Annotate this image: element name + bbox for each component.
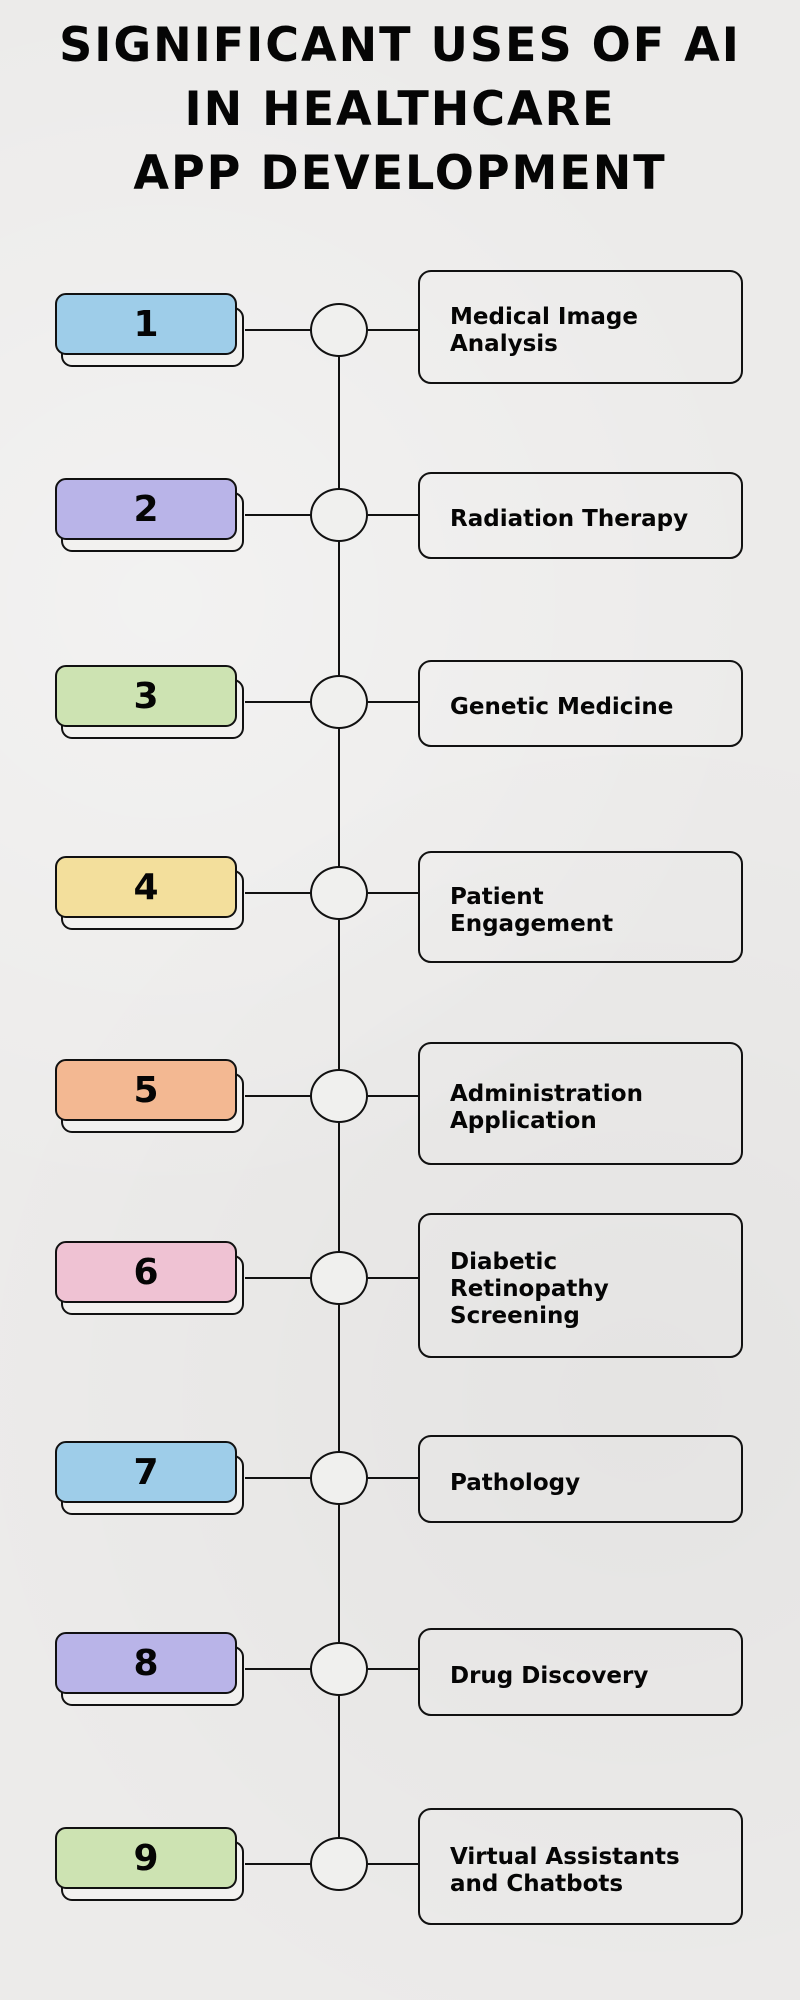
use-case-label-line: Screening xyxy=(450,1303,580,1329)
number-badge: 5 xyxy=(55,1059,237,1121)
timeline-node xyxy=(310,1837,368,1891)
use-case-card: Medical Image Analysis xyxy=(418,270,743,384)
use-case-card: Pathology xyxy=(418,1435,743,1523)
number-badge: 6 xyxy=(55,1241,237,1303)
number-badge-label: 3 xyxy=(133,675,159,717)
number-badge: 3 xyxy=(55,665,237,727)
connector-line-right xyxy=(368,1095,419,1097)
title-line-3: APP DEVELOPMENT xyxy=(133,146,667,201)
use-case-label-line: Engagement xyxy=(450,911,614,937)
number-badge-label: 4 xyxy=(133,866,159,908)
connector-line-right xyxy=(368,892,419,894)
use-case-label-line: Radiation Therapy xyxy=(450,506,689,532)
number-badge-label: 7 xyxy=(133,1451,159,1493)
connector-line-left xyxy=(245,514,311,516)
timeline-node xyxy=(310,1069,368,1123)
use-case-label: Radiation Therapy xyxy=(450,505,688,534)
timeline-node xyxy=(310,1451,368,1505)
title-line-2: IN HEALTHCARE xyxy=(184,82,616,137)
connector-line-right xyxy=(368,1477,419,1479)
use-case-label: Drug Discovery xyxy=(450,1662,648,1691)
use-case-card: Radiation Therapy xyxy=(418,472,743,559)
connector-line-left xyxy=(245,329,311,331)
use-case-label: Patient Engagement xyxy=(450,884,613,938)
number-badge-label: 8 xyxy=(133,1642,159,1684)
number-badge-label: 1 xyxy=(133,303,159,345)
use-case-label-line: Virtual Assistants xyxy=(450,1843,680,1870)
number-badge: 7 xyxy=(55,1441,237,1503)
use-case-label-line: and Chatbots xyxy=(450,1870,624,1897)
use-case-card: Drug Discovery xyxy=(418,1628,743,1716)
use-case-label: Virtual Assistants and Chatbots xyxy=(450,1844,680,1898)
connector-line-right xyxy=(368,701,419,703)
use-case-label: Diabetic Retinopathy Screening xyxy=(450,1249,609,1330)
connector-line-left xyxy=(245,1668,311,1670)
use-case-label: Pathology xyxy=(450,1469,580,1498)
timeline-node xyxy=(310,675,368,729)
number-badge: 4 xyxy=(55,856,237,918)
connector-line-left xyxy=(245,1277,311,1279)
number-badge-label: 5 xyxy=(133,1069,159,1111)
timeline-node xyxy=(310,866,368,920)
use-case-label-line: Analysis xyxy=(450,331,558,357)
use-case-label-line: Patient xyxy=(450,884,544,910)
use-case-label: Genetic Medicine xyxy=(450,693,673,722)
use-case-label-line: Genetic Medicine xyxy=(450,694,674,720)
use-case-label-line: Diabetic xyxy=(450,1249,558,1275)
connector-line-right xyxy=(368,1668,419,1670)
connector-line-right xyxy=(368,1277,419,1279)
connector-line-left xyxy=(245,1863,311,1865)
connector-line-right xyxy=(368,514,419,516)
number-badge: 2 xyxy=(55,478,237,540)
connector-line-right xyxy=(368,1863,419,1865)
use-case-label-line: Medical Image xyxy=(450,304,638,330)
timeline-node xyxy=(310,1251,368,1305)
connector-line-right xyxy=(368,329,419,331)
connector-line-left xyxy=(245,892,311,894)
use-case-card: Genetic Medicine xyxy=(418,660,743,747)
timeline-node xyxy=(310,303,368,357)
use-case-label-line: Administration xyxy=(450,1080,643,1107)
number-badge: 8 xyxy=(55,1632,237,1694)
title-line-1: SIGNIFICANT USES OF AI xyxy=(59,18,741,73)
use-case-label: Administration Application xyxy=(450,1081,643,1135)
connector-line-left xyxy=(245,701,311,703)
number-badge: 1 xyxy=(55,293,237,355)
use-case-card: Administration Application xyxy=(418,1042,743,1165)
number-badge-label: 2 xyxy=(133,488,159,530)
connector-line-left xyxy=(245,1095,311,1097)
use-case-card: Diabetic Retinopathy Screening xyxy=(418,1213,743,1358)
use-case-label-line: Drug Discovery xyxy=(450,1662,649,1689)
number-badge-label: 6 xyxy=(133,1251,159,1293)
timeline-node xyxy=(310,488,368,542)
number-badge-label: 9 xyxy=(133,1837,159,1879)
use-case-label-line: Pathology xyxy=(450,1469,581,1496)
use-case-label-line: Application xyxy=(450,1107,597,1134)
page-title: SIGNIFICANT USES OF AI IN HEALTHCARE APP… xyxy=(8,14,792,206)
use-case-label-line: Retinopathy xyxy=(450,1276,609,1302)
use-case-label: Medical Image Analysis xyxy=(450,304,638,358)
use-case-card: Virtual Assistants and Chatbots xyxy=(418,1808,743,1925)
number-badge: 9 xyxy=(55,1827,237,1889)
use-case-card: Patient Engagement xyxy=(418,851,743,963)
connector-line-left xyxy=(245,1477,311,1479)
timeline-node xyxy=(310,1642,368,1696)
